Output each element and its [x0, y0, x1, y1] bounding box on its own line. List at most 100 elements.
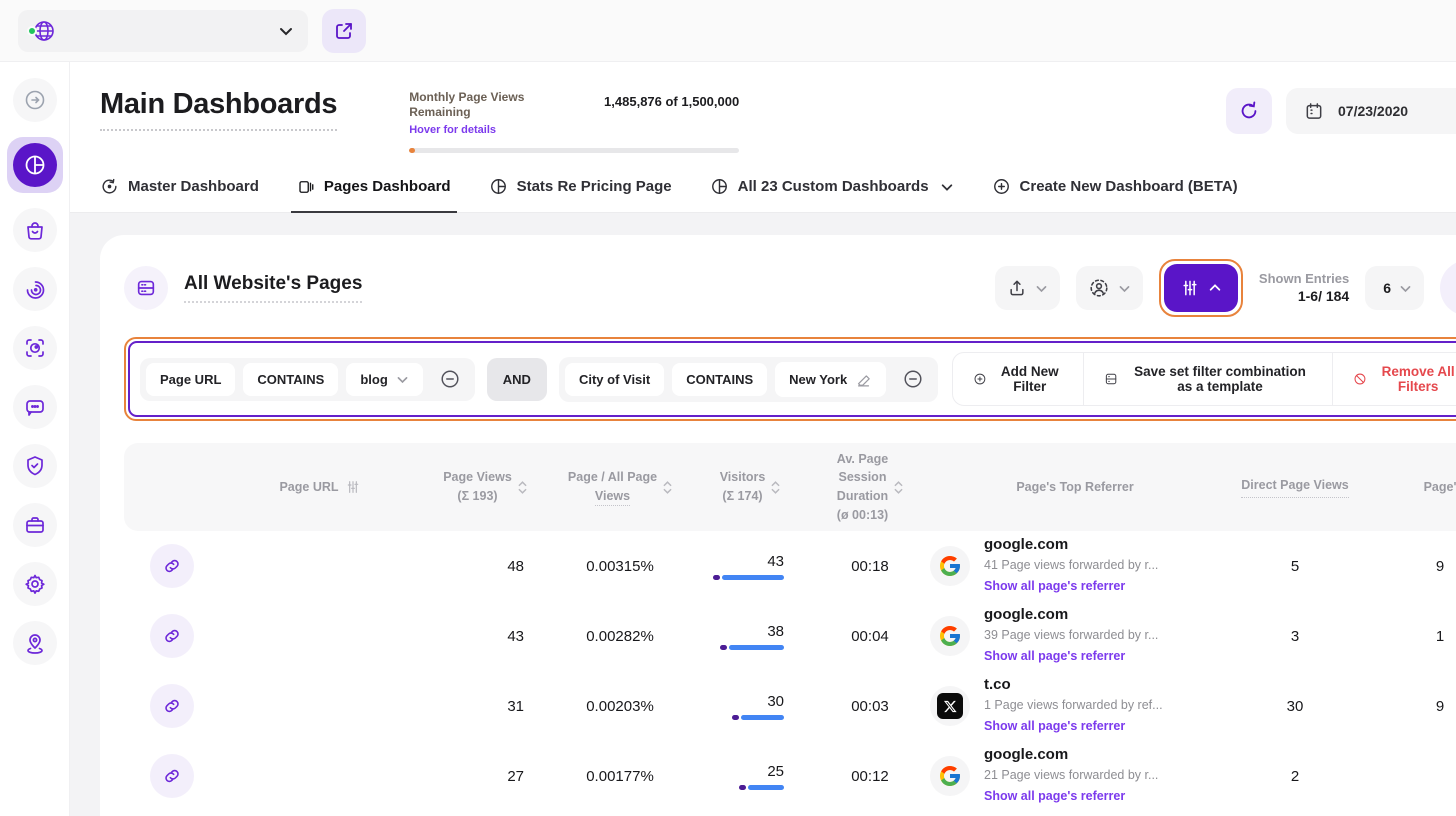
header-page-all-page-views[interactable]: Page / All PageViews — [550, 468, 690, 506]
sidebar-item-location[interactable] — [13, 621, 57, 665]
website-selector[interactable] — [18, 10, 308, 52]
tab-create-new-dashboard[interactable]: Create New Dashboard (BETA) — [992, 177, 1238, 212]
filter-1-group: Page URL CONTAINS blog — [140, 358, 475, 401]
sort-icon[interactable] — [663, 481, 672, 494]
filter-1-operator[interactable]: CONTAINS — [243, 363, 338, 396]
header-page-url[interactable]: Page URL — [220, 478, 420, 497]
plus-circle-icon — [992, 177, 1011, 196]
header-session-duration[interactable]: Av. PageSessionDuration(ø 00:13) — [810, 450, 930, 525]
page-title: Main Dashboards — [100, 88, 337, 131]
sidebar-item-company[interactable] — [13, 503, 57, 547]
ratio-cell: 0.00282% — [550, 628, 690, 645]
sliders-icon — [1180, 278, 1200, 298]
table-row: 43 0.00282% 38 00:04 google.com 39 Page … — [124, 601, 1456, 671]
sort-icon[interactable] — [894, 481, 903, 494]
show-all-referrer-link[interactable]: Show all page's referrer — [984, 789, 1125, 803]
block-icon — [1353, 369, 1367, 389]
header-label: Direct Page Views — [1241, 476, 1348, 498]
chevron-down-icon — [1118, 282, 1131, 295]
header-page-views[interactable]: Page Views(Σ 193) — [420, 468, 550, 506]
ratio-cell: 0.00315% — [550, 558, 690, 575]
referrer-domain: t.co — [984, 674, 1163, 696]
referrer-subtext: 21 Page views forwarded by r... — [984, 766, 1158, 784]
header-label: Duration — [837, 489, 888, 503]
x-logo-icon — [937, 693, 963, 719]
segments-button[interactable] — [1076, 266, 1143, 310]
table-row: 48 0.00315% 43 00:18 google.com 41 Page … — [124, 531, 1456, 601]
chat-bubble-icon — [23, 395, 47, 419]
sidebar-item-recordings[interactable] — [13, 326, 57, 370]
visitor-segment-icon — [1088, 277, 1110, 299]
sidebar — [0, 62, 70, 816]
quota-details-link[interactable]: Hover for details — [409, 124, 496, 136]
refresh-button[interactable] — [1226, 88, 1272, 134]
tab-pages-dashboard[interactable]: Pages Dashboard — [297, 177, 451, 212]
refresh-icon — [1238, 100, 1260, 122]
header-sublabel: (Σ 174) — [722, 489, 762, 503]
filter-1-remove-button[interactable] — [431, 368, 469, 390]
open-website-button[interactable] — [322, 9, 366, 53]
visitors-bar — [720, 645, 784, 650]
tab-custom-dashboards[interactable]: All 23 Custom Dashboards — [710, 177, 954, 212]
referrer-cell: google.com 39 Page views forwarded by r.… — [930, 604, 1220, 667]
pagination-next-button[interactable] — [1440, 260, 1456, 316]
header-sublabel: (ø 00:13) — [837, 508, 888, 522]
sidebar-item-communication[interactable] — [13, 385, 57, 429]
visitors-cell: 30 — [690, 693, 810, 720]
page-views-cell: 31 — [420, 698, 550, 715]
filter-joiner-chip[interactable]: AND — [487, 358, 547, 401]
sliders-icon — [345, 479, 361, 495]
sidebar-item-behaviour[interactable] — [13, 267, 57, 311]
remove-all-filters-button[interactable]: Remove All Filters — [1332, 353, 1456, 405]
filter-toggle-button[interactable] — [1164, 264, 1238, 312]
save-filter-template-button[interactable]: Save set filter combination as a templat… — [1083, 353, 1333, 405]
widget-title: All Website's Pages — [184, 273, 362, 303]
export-button[interactable] — [995, 266, 1060, 310]
table-row: 31 0.00203% 30 00:03 t.co 1 Page views f… — [124, 671, 1456, 741]
sidebar-item-settings[interactable] — [13, 562, 57, 606]
sort-icon[interactable] — [771, 481, 780, 494]
page-link-icon[interactable] — [150, 684, 194, 728]
sort-icon[interactable] — [518, 481, 527, 494]
filter-2-field[interactable]: City of Visit — [565, 363, 664, 396]
status-online-dot — [27, 26, 37, 36]
sidebar-item-collapse[interactable] — [13, 78, 57, 122]
referrer-domain: google.com — [984, 604, 1158, 626]
referrer-cell: google.com 21 Page views forwarded by r.… — [930, 744, 1220, 807]
date-range-picker[interactable]: 07/23/2020 — [1286, 88, 1456, 134]
shown-entries-value: 1-6/ 184 — [1259, 287, 1349, 306]
filter-2-operator[interactable]: CONTAINS — [672, 363, 767, 396]
page-size-select[interactable]: 6 — [1365, 266, 1424, 310]
add-new-filter-button[interactable]: Add New Filter — [953, 353, 1082, 405]
visitors-cell: 43 — [690, 553, 810, 580]
filter-2-value[interactable]: New York — [775, 362, 886, 397]
duration-cell: 00:12 — [810, 768, 930, 785]
website-globe-icon — [32, 19, 56, 43]
ratio-cell: 0.00177% — [550, 768, 690, 785]
clipped-cell: 9 — [1370, 558, 1456, 575]
filter-1-value[interactable]: blog — [346, 363, 422, 396]
show-all-referrer-link[interactable]: Show all page's referrer — [984, 649, 1125, 663]
sidebar-item-privacy[interactable] — [13, 444, 57, 488]
sidebar-item-visitors[interactable] — [13, 208, 57, 252]
bag-icon — [23, 218, 47, 242]
header-direct-page-views[interactable]: Direct Page Views — [1220, 476, 1370, 498]
google-favicon — [930, 616, 970, 656]
shown-entries-label: Shown Entries — [1259, 270, 1349, 288]
export-upload-icon — [1007, 278, 1027, 298]
page-link-icon[interactable] — [150, 614, 194, 658]
referrer-domain: google.com — [984, 744, 1158, 766]
eraser-icon — [855, 371, 872, 388]
filter-1-field[interactable]: Page URL — [146, 363, 235, 396]
show-all-referrer-link[interactable]: Show all page's referrer — [984, 719, 1125, 733]
pages-widget-card: All Website's Pages — [100, 235, 1456, 816]
header-clipped-column: Page' — [1370, 478, 1456, 497]
tab-master-dashboard[interactable]: Master Dashboard — [100, 177, 259, 212]
tab-stats-re-pricing[interactable]: Stats Re Pricing Page — [489, 177, 672, 212]
sidebar-item-dashboards[interactable] — [7, 137, 63, 193]
page-link-icon[interactable] — [150, 544, 194, 588]
show-all-referrer-link[interactable]: Show all page's referrer — [984, 579, 1125, 593]
header-visitors[interactable]: Visitors(Σ 174) — [690, 468, 810, 506]
page-link-icon[interactable] — [150, 754, 194, 798]
filter-2-remove-button[interactable] — [894, 368, 932, 390]
